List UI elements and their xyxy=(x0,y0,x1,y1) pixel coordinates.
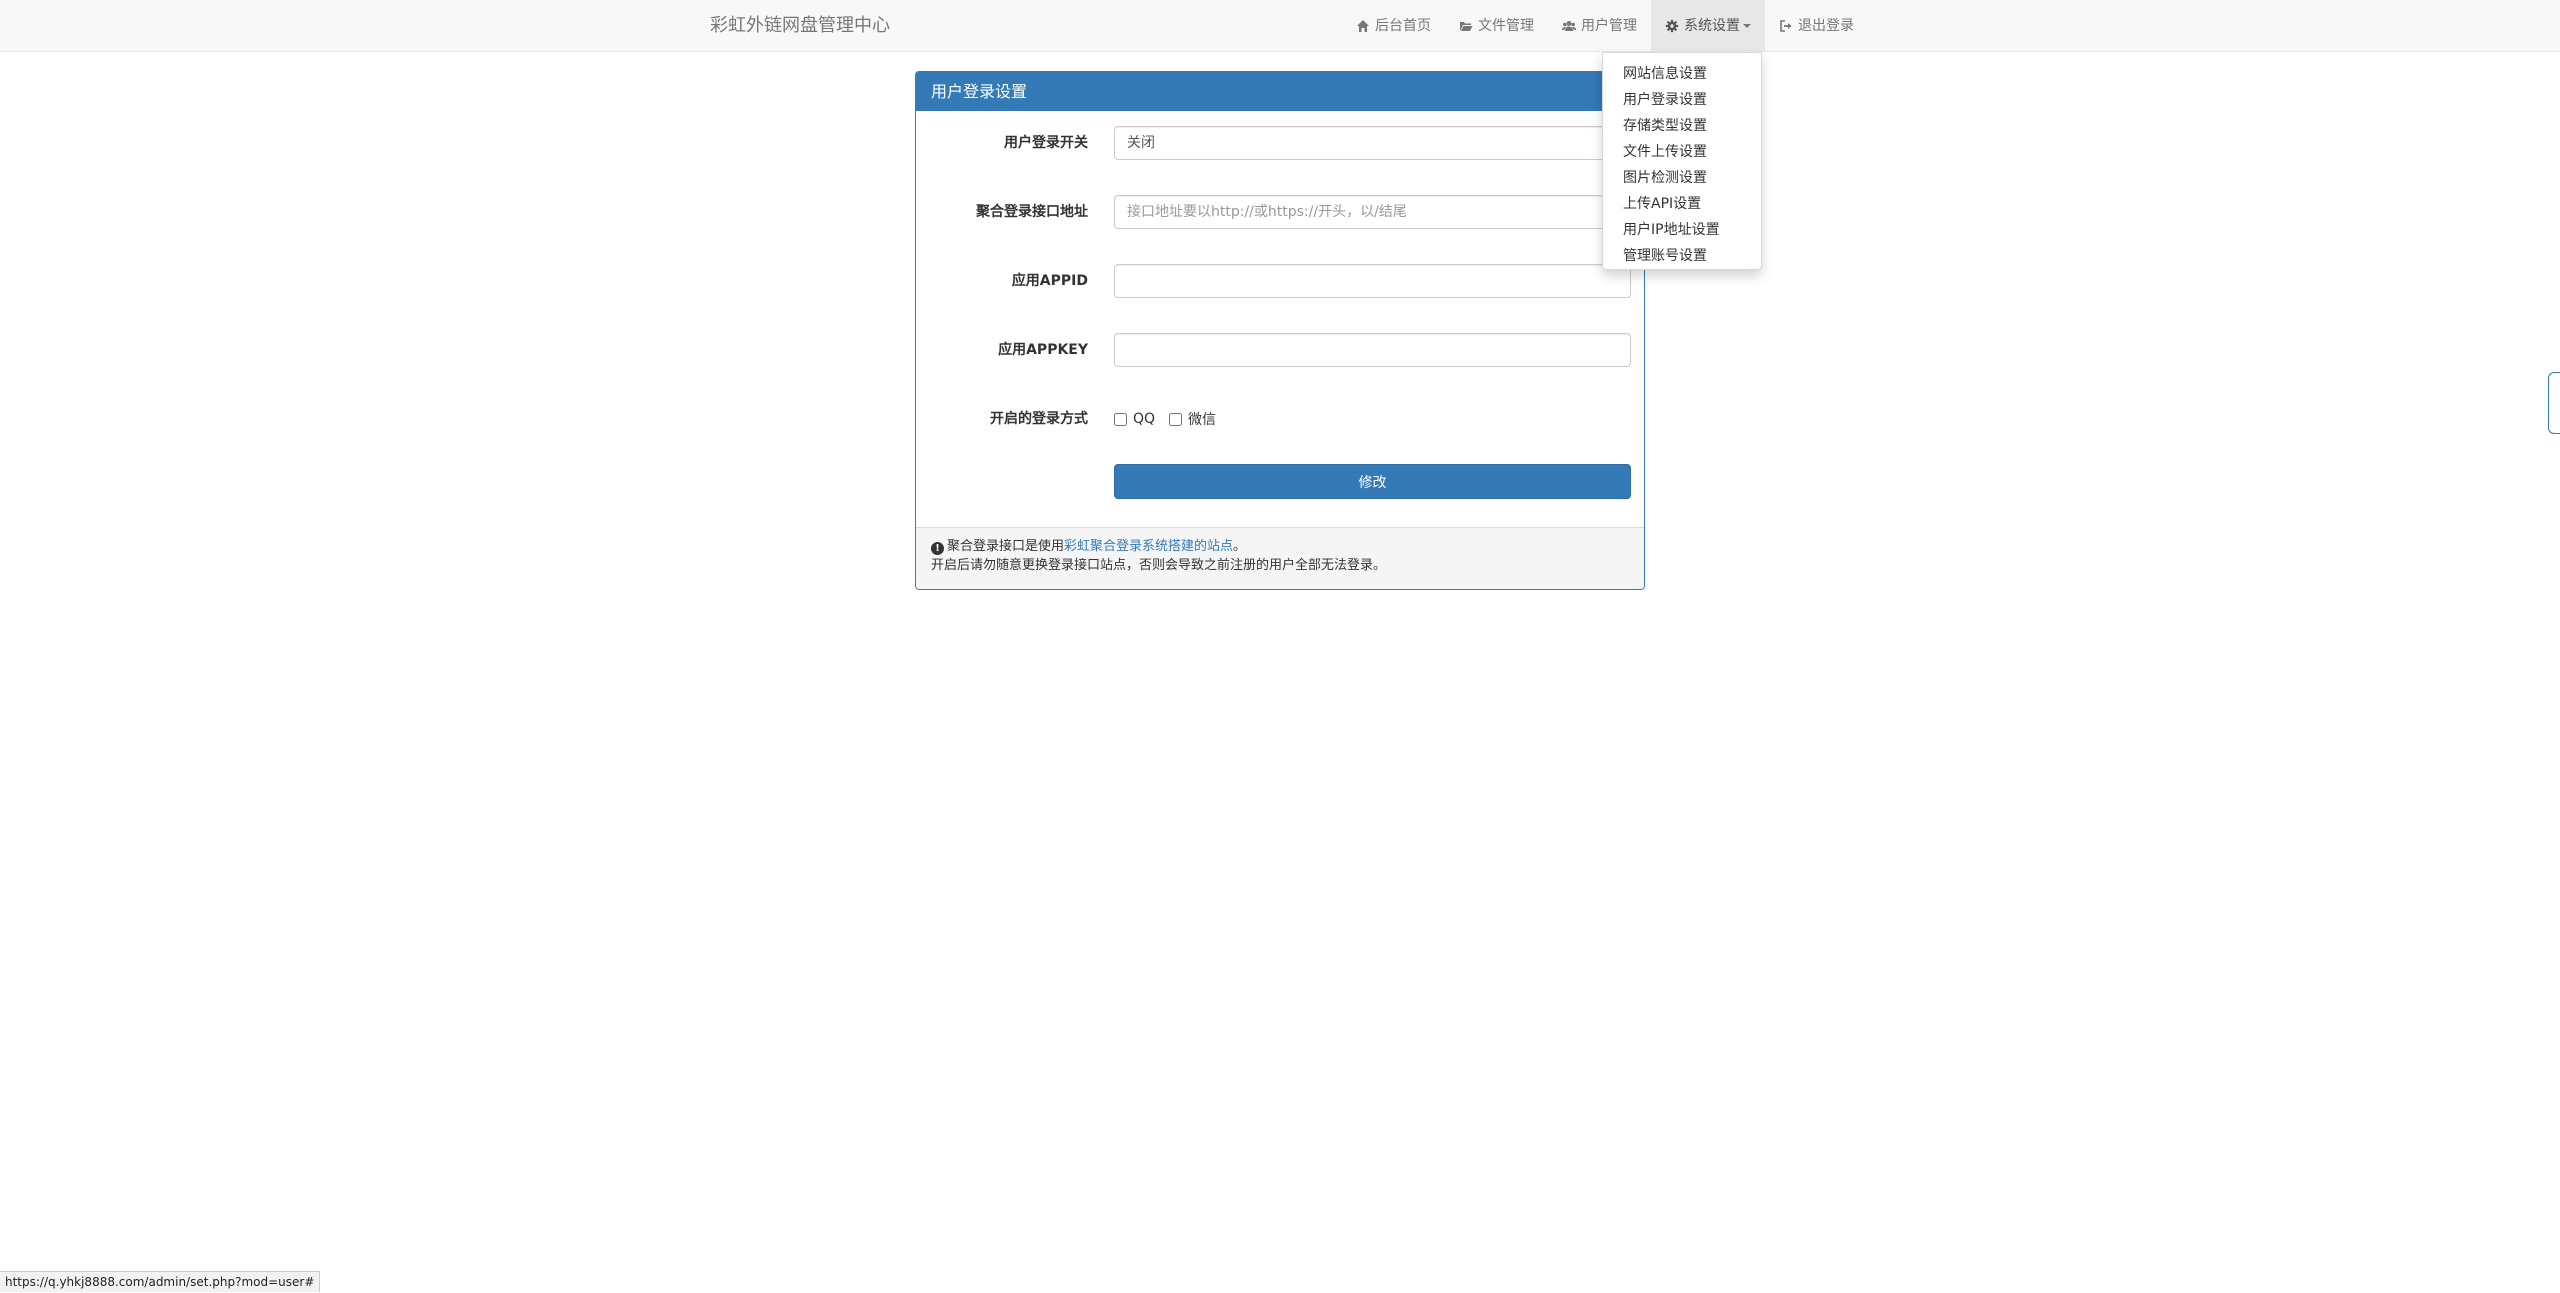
login-switch-label: 用户登录开关 xyxy=(1004,135,1088,151)
appid-input[interactable] xyxy=(1114,264,1631,298)
caret-down-icon xyxy=(1743,24,1751,28)
nav-item-label: 退出登录 xyxy=(1798,18,1854,34)
nav-item-settings[interactable]: 系统设置 xyxy=(1651,0,1765,52)
sign-out-icon xyxy=(1780,20,1792,32)
nav-item-label: 文件管理 xyxy=(1478,18,1534,34)
form-row-appid: 应用APPID xyxy=(916,263,1644,299)
form-row-login-methods: 开启的登录方式 QQ 微信 xyxy=(916,401,1644,437)
login-methods-label: 开启的登录方式 xyxy=(990,411,1088,427)
nav-item-files[interactable]: 文件管理 xyxy=(1445,0,1548,52)
dropdown-item-upload-api[interactable]: 上传API设置 xyxy=(1603,191,1761,217)
nav-item-logout[interactable]: 退出登录 xyxy=(1765,0,1868,52)
wechat-option-label: 微信 xyxy=(1188,412,1217,428)
side-scroll-handle[interactable] xyxy=(2548,372,2560,434)
wechat-checkbox[interactable] xyxy=(1169,412,1183,426)
dropdown-item-user-login[interactable]: 用户登录设置 xyxy=(1603,87,1761,113)
nav-menu: 后台首页 文件管理 用户管理 系统设置 退出登录 xyxy=(1342,0,1868,52)
appkey-input[interactable] xyxy=(1114,333,1631,367)
qq-checkbox[interactable] xyxy=(1114,412,1127,426)
footer-line1-prefix: 聚合登录接口是使用 xyxy=(947,539,1065,554)
brand-title[interactable]: 彩虹外链网盘管理中心 xyxy=(710,0,890,52)
nav-item-label: 系统设置 xyxy=(1684,18,1740,34)
dropdown-item-image-check[interactable]: 图片检测设置 xyxy=(1603,165,1761,191)
aggregate-login-link[interactable]: 彩虹聚合登录系统搭建的站点 xyxy=(1064,539,1233,554)
nav-item-dashboard[interactable]: 后台首页 xyxy=(1342,0,1445,52)
status-bar-url: https://q.yhkj8888.com/admin/set.php?mod… xyxy=(0,1271,321,1292)
login-settings-panel: 用户登录设置 用户登录开关 关闭 聚合登录接口地址 应用APPID 应用APPK… xyxy=(915,71,1645,590)
folder-open-icon xyxy=(1460,22,1473,31)
dropdown-item-user-ip[interactable]: 用户IP地址设置 xyxy=(1603,217,1761,243)
api-url-label: 聚合登录接口地址 xyxy=(976,204,1088,220)
wechat-option[interactable]: 微信 xyxy=(1169,409,1216,429)
settings-dropdown-menu: 网站信息设置 用户登录设置 存储类型设置 文件上传设置 图片检测设置 上传API… xyxy=(1602,52,1762,270)
footer-line1-suffix: 。 xyxy=(1233,539,1247,554)
appid-label: 应用APPID xyxy=(1011,273,1088,289)
nav-item-label: 后台首页 xyxy=(1375,18,1431,34)
dropdown-item-admin-account[interactable]: 管理账号设置 xyxy=(1603,243,1761,269)
form-row-api-url: 聚合登录接口地址 xyxy=(916,194,1644,230)
login-switch-select[interactable]: 关闭 xyxy=(1114,126,1631,160)
footer-line-1: ! 聚合登录接口是使用彩虹聚合登录系统搭建的站点。 xyxy=(931,537,1629,556)
users-icon xyxy=(1562,21,1576,31)
panel-title: 用户登录设置 xyxy=(916,72,1644,111)
login-methods-group: QQ 微信 xyxy=(1114,401,1230,437)
footer-line-2: 开启后请勿随意更换登录接口站点，否则会导致之前注册的用户全部无法登录。 xyxy=(931,558,1387,573)
gear-icon xyxy=(1665,19,1679,33)
nav-item-users[interactable]: 用户管理 xyxy=(1548,0,1651,52)
dropdown-item-storage-type[interactable]: 存储类型设置 xyxy=(1603,113,1761,139)
panel-footer-note: ! 聚合登录接口是使用彩虹聚合登录系统搭建的站点。 开启后请勿随意更换登录接口站点… xyxy=(916,527,1644,589)
appkey-label: 应用APPKEY xyxy=(998,342,1088,358)
info-circle-icon: ! xyxy=(931,542,944,555)
home-icon xyxy=(1357,20,1369,32)
qq-option-label: QQ xyxy=(1133,411,1156,427)
form-row-appkey: 应用APPKEY xyxy=(916,332,1644,368)
nav-item-label: 用户管理 xyxy=(1581,18,1637,34)
form-row-login-switch: 用户登录开关 关闭 xyxy=(916,125,1644,161)
qq-option[interactable]: QQ xyxy=(1114,411,1155,427)
api-url-input[interactable] xyxy=(1114,195,1631,229)
dropdown-item-site-info[interactable]: 网站信息设置 xyxy=(1603,61,1761,87)
dropdown-item-file-upload[interactable]: 文件上传设置 xyxy=(1603,139,1761,165)
top-navbar: 彩虹外链网盘管理中心 后台首页 文件管理 用户管理 系统设置 退出登录 xyxy=(0,0,2560,52)
submit-button[interactable]: 修改 xyxy=(1114,464,1631,499)
